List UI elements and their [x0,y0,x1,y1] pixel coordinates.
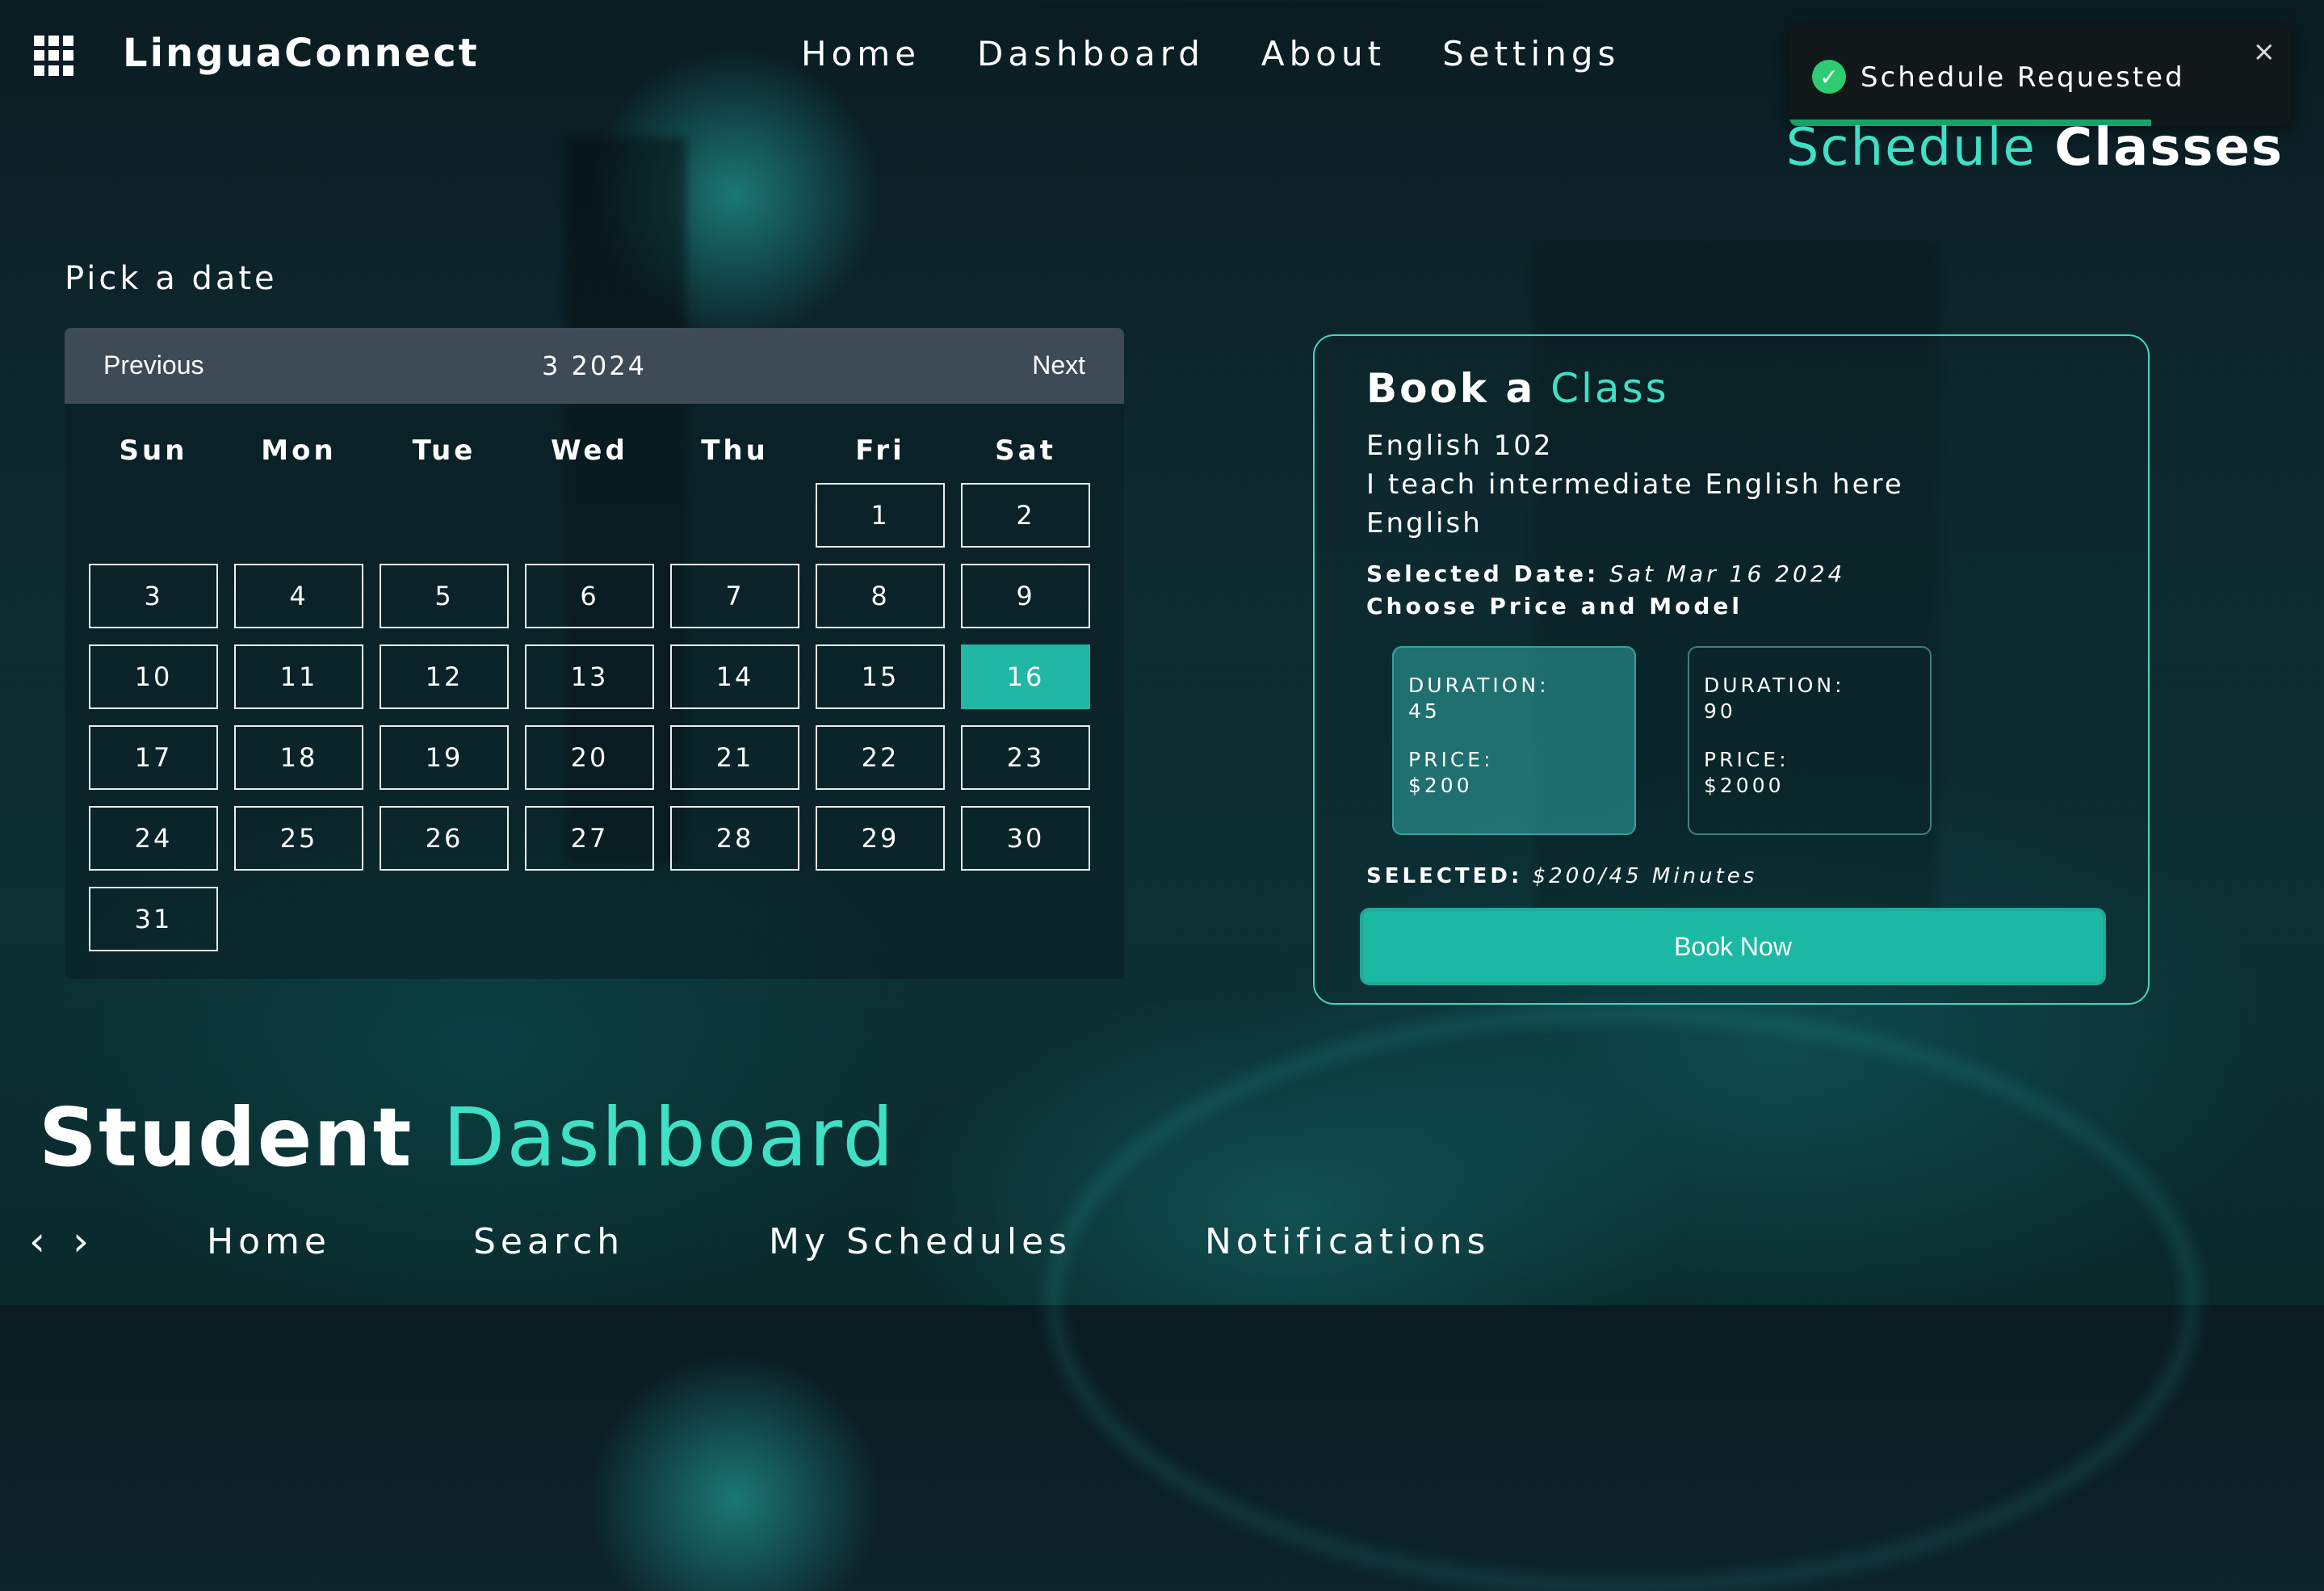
calendar-day-1[interactable]: 1 [816,483,945,548]
book-now-button[interactable]: Book Now [1360,908,2106,985]
weekday-header: Wed [551,434,628,467]
calendar-day-7[interactable]: 7 [670,564,799,628]
selected-option-line: SELECTED: $200/45 Minutes [1366,864,1757,888]
schedule-heading-accent: Schedule [1785,118,2037,178]
weekday-header: Sat [995,434,1056,467]
bottom-nav: ‹ › Home Search My Schedules Notificatio… [0,1218,2324,1266]
calendar-day-6[interactable]: 6 [525,564,654,628]
calendar-day-4[interactable]: 4 [234,564,363,628]
calendar-day-15[interactable]: 15 [816,644,945,709]
calendar-day-18[interactable]: 18 [234,725,363,790]
calendar-day-11[interactable]: 11 [234,644,363,709]
selected-date-label: Selected Date: [1366,560,1600,587]
toast-notification: ✓ Schedule Requested × [1789,24,2292,126]
selected-date-line: Selected Date: Sat Mar 16 2024 [1366,560,1845,587]
option-duration-label: DURATION: [1408,674,1550,697]
schedule-heading-strong: Classes [2054,118,2284,178]
book-class-title: Book a Class [1366,365,1669,412]
calendar-day-21[interactable]: 21 [670,725,799,790]
course-language: English [1366,507,1483,539]
price-option-90[interactable]: DURATION: 90 PRICE: $2000 [1688,646,1932,835]
course-code: English 102 [1366,430,1554,462]
calendar-day-14[interactable]: 14 [670,644,799,709]
brand-name[interactable]: LinguaConnect [123,31,480,76]
bottom-nav-my-schedules[interactable]: My Schedules [769,1221,1072,1262]
calendar-day-13[interactable]: 13 [525,644,654,709]
top-nav-home[interactable]: Home [801,34,921,73]
bottom-nav-search[interactable]: Search [473,1221,624,1262]
calendar-day-27[interactable]: 27 [525,806,654,871]
calendar-header: Previous 3 2024 Next [65,328,1124,404]
student-dashboard-title: Student Dashboard [39,1090,896,1185]
calendar-day-17[interactable]: 17 [89,725,218,790]
weekday-header: Mon [261,434,337,467]
selected-option-value: $200/45 Minutes [1532,864,1758,888]
choose-price-label: Choose Price and Model [1366,593,1743,619]
calendar-day-5[interactable]: 5 [380,564,509,628]
calendar-day-3[interactable]: 3 [89,564,218,628]
bottom-nav-notifications[interactable]: Notifications [1205,1221,1490,1262]
calendar-day-20[interactable]: 20 [525,725,654,790]
calendar-day-24[interactable]: 24 [89,806,218,871]
pick-date-label: Pick a date [65,260,278,297]
calendar-day-28[interactable]: 28 [670,806,799,871]
weekday-header: Sun [119,434,188,467]
next-month-button[interactable]: Next [1032,351,1085,380]
calendar-day-8[interactable]: 8 [816,564,945,628]
check-circle-icon: ✓ [1812,60,1846,94]
weekday-header: Thu [701,434,769,467]
weekday-header: Fri [855,434,905,467]
calendar-day-16[interactable]: 16 [961,644,1090,709]
calendar-day-19[interactable]: 19 [380,725,509,790]
option-duration-value: 45 [1408,699,1441,723]
book-class-card: Book a Class English 102 I teach interme… [1313,334,2150,1005]
book-title-accent: Class [1550,365,1669,412]
schedule-classes-heading: Schedule Classes [1786,118,2284,178]
background-light-trail [1050,1010,2196,1591]
calendar-day-30[interactable]: 30 [961,806,1090,871]
calendar-month-label: 3 2024 [542,351,647,381]
top-nav-settings[interactable]: Settings [1442,34,1620,73]
calendar-day-31[interactable]: 31 [89,887,218,951]
option-duration-label: DURATION: [1704,674,1845,697]
grid-icon[interactable] [34,36,74,76]
top-nav: Home Dashboard About Settings [801,34,1676,73]
chevron-left-icon[interactable]: ‹ [29,1218,45,1265]
calendar-day-12[interactable]: 12 [380,644,509,709]
calendar-day-2[interactable]: 2 [961,483,1090,548]
option-price-label: PRICE: [1704,748,1789,771]
calendar: Previous 3 2024 Next Sun Mon Tue Wed Thu Fri S… [65,328,1124,979]
dashboard-title-strong: Student [39,1090,413,1185]
calendar-day-26[interactable]: 26 [380,806,509,871]
price-option-45[interactable]: DURATION: 45 PRICE: $200 [1392,646,1636,835]
toast-message: Schedule Requested [1860,61,2185,94]
calendar-day-22[interactable]: 22 [816,725,945,790]
calendar-day-25[interactable]: 25 [234,806,363,871]
option-duration-value: 90 [1704,699,1736,723]
top-nav-about[interactable]: About [1261,34,1386,73]
weekday-header: Tue [412,434,476,467]
selected-date-value: Sat Mar 16 2024 [1609,560,1846,587]
bottom-nav-home[interactable]: Home [207,1221,331,1262]
selected-option-label: SELECTED: [1366,864,1523,888]
course-description: I teach intermediate English here [1366,468,1904,501]
calendar-day-10[interactable]: 10 [89,644,218,709]
option-price-value: $200 [1408,774,1473,797]
dashboard-title-accent: Dashboard [443,1090,896,1185]
chevron-right-icon[interactable]: › [73,1218,89,1265]
top-nav-dashboard[interactable]: Dashboard [977,34,1205,73]
option-price-label: PRICE: [1408,748,1494,771]
book-title-strong: Book a [1366,365,1536,412]
calendar-day-23[interactable]: 23 [961,725,1090,790]
calendar-day-29[interactable]: 29 [816,806,945,871]
option-price-value: $2000 [1704,774,1785,797]
close-icon[interactable]: × [2253,36,2276,68]
calendar-day-9[interactable]: 9 [961,564,1090,628]
